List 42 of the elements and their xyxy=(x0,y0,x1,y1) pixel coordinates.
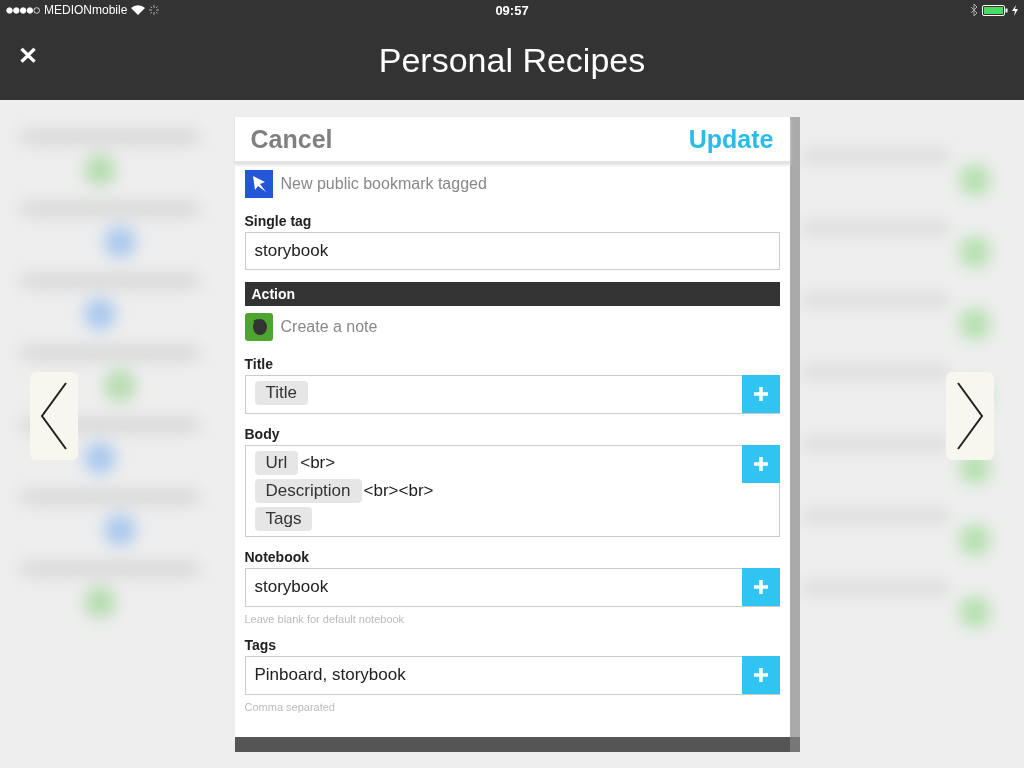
plus-icon xyxy=(752,579,769,595)
token-chip[interactable]: Url xyxy=(254,451,299,475)
token-field[interactable]: Title xyxy=(244,375,780,414)
section-header: Action xyxy=(244,282,780,306)
bluetooth-icon xyxy=(971,4,978,16)
carrier-name: MEDIONmobile xyxy=(44,3,128,17)
field-label: Title xyxy=(244,356,275,372)
charging-icon xyxy=(1012,4,1018,16)
signal-icon xyxy=(6,6,40,14)
add-button[interactable] xyxy=(741,445,780,483)
window-title: Personal Recipes xyxy=(378,40,646,80)
add-button[interactable] xyxy=(741,656,780,694)
text-field[interactable]: storybook xyxy=(244,232,780,270)
status-time: 09:57 xyxy=(495,2,529,18)
text-field[interactable]: Pinboard, storybook xyxy=(244,656,780,695)
plus-icon xyxy=(752,456,769,472)
next-button[interactable] xyxy=(946,372,994,460)
field-text: <br><br> xyxy=(363,481,434,501)
field-label: Notebook xyxy=(244,549,311,565)
text-field[interactable]: storybook xyxy=(244,568,780,607)
add-button[interactable] xyxy=(741,375,780,413)
field-hint: Leave blank for default notebook xyxy=(244,613,406,625)
field-label: Tags xyxy=(244,637,278,653)
trigger-label: New public bookmark tagged xyxy=(280,175,487,193)
token-field[interactable]: Url <br> Description <br><br> Tags xyxy=(244,445,780,537)
field-hint: Comma separated xyxy=(244,701,336,713)
field-text: <br> xyxy=(300,453,336,473)
field-label: Single tag xyxy=(244,213,313,229)
close-button[interactable]: ✕ xyxy=(18,42,38,70)
plus-icon xyxy=(752,667,769,683)
previous-button[interactable] xyxy=(30,372,78,460)
add-button[interactable] xyxy=(741,568,780,606)
spinner-icon xyxy=(149,5,160,15)
token-chip[interactable]: Tags xyxy=(254,507,313,531)
plus-icon xyxy=(752,386,769,402)
cancel-button[interactable]: Cancel xyxy=(250,124,333,154)
action-label: Create a note xyxy=(280,318,378,336)
token-chip[interactable]: Title xyxy=(254,381,308,405)
wifi-icon xyxy=(131,5,146,15)
token-chip[interactable]: Description xyxy=(254,479,362,503)
field-label: Body xyxy=(244,426,281,442)
battery-icon xyxy=(982,4,1008,16)
